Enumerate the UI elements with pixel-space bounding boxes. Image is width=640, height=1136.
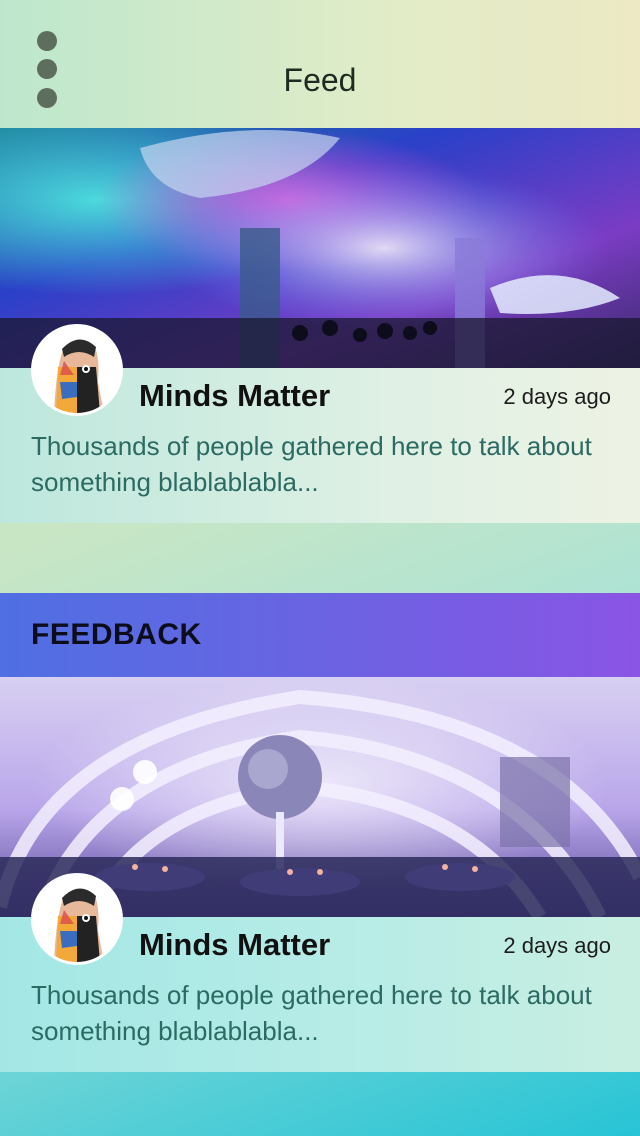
avatar[interactable]	[31, 873, 123, 965]
post-timestamp: 2 days ago	[503, 933, 611, 958]
post-text: Thousands of people gathered here to tal…	[31, 431, 592, 497]
section-header: FEEDBACK	[0, 593, 640, 677]
post-timestamp: 2 days ago	[503, 384, 611, 409]
author-name[interactable]: Minds Matter	[139, 376, 330, 416]
top-bar: Feed	[0, 0, 640, 128]
avatar[interactable]	[31, 324, 123, 416]
post-text: Thousands of people gathered here to tal…	[31, 980, 592, 1046]
section-title: FEEDBACK	[31, 618, 202, 651]
page-title: Feed	[283, 62, 357, 98]
author-name[interactable]: Minds Matter	[139, 925, 330, 965]
